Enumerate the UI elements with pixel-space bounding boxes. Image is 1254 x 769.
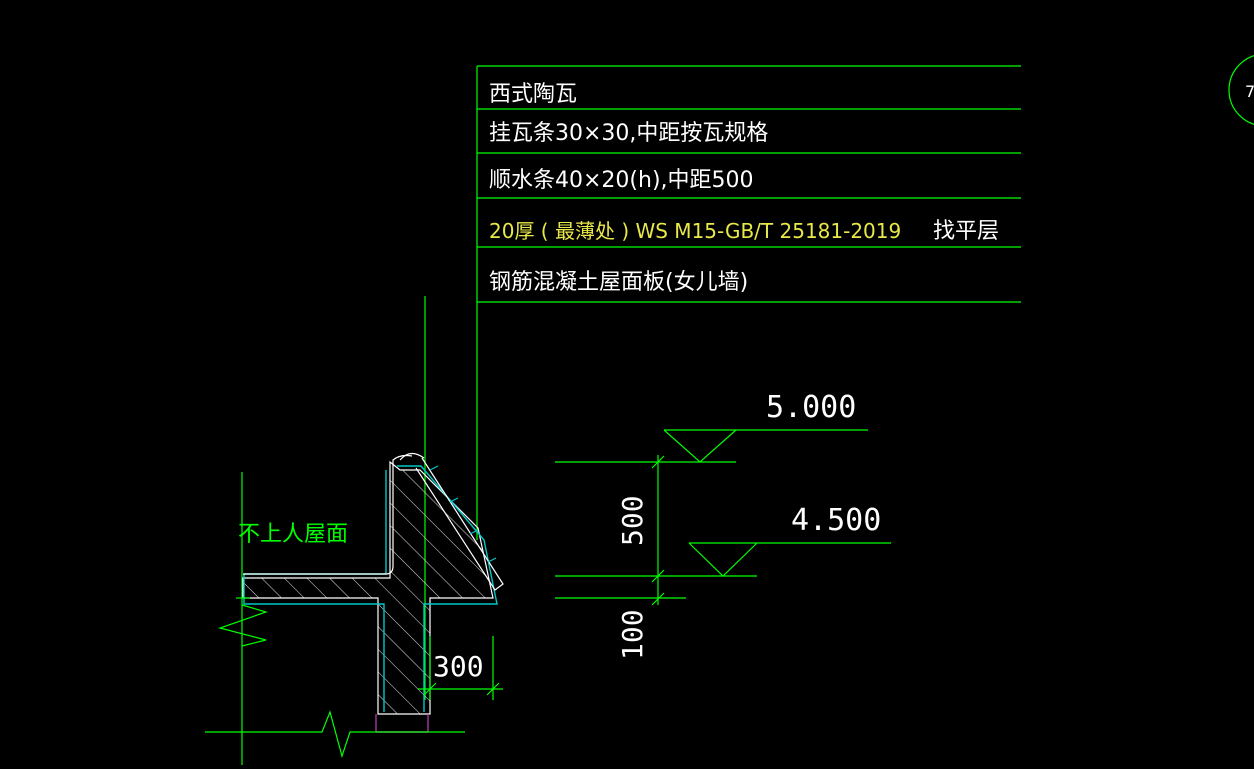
layer-label-4-suffix: 找平层 [933,219,999,244]
sheet-marker-number: 7 [1245,82,1254,101]
layer-label-4: 20厚 ( 最薄处 ) WS M15-GB/T 25181-2019 [489,219,901,243]
elevation-marker-upper [555,429,868,463]
break-line-left [217,604,268,647]
dimension-300: 300 [433,650,484,683]
sheet-marker: 7 [1228,55,1254,125]
roof-type-label: 不上人屋面 [238,522,348,547]
break-line-bottom [205,710,465,759]
elevation-lower-value: 4.500 [791,503,881,538]
layer-label-3: 顺水条40×20(h),中距500 [489,168,754,193]
layer-label-2: 挂瓦条30×30,中距按瓦规格 [489,121,768,146]
elevation-upper-value: 5.000 [766,390,856,425]
dimension-500: 500 [616,495,649,546]
cad-drawing-canvas: 西式陶瓦 挂瓦条30×30,中距按瓦规格 顺水条40×20(h),中距500 2… [205,55,1254,765]
elevation-marker-lower [555,542,891,577]
layer-label-1: 西式陶瓦 [489,82,577,107]
dimension-100: 100 [616,609,649,660]
ridge-cap [399,452,425,461]
layer-label-5: 钢筋混凝土屋面板(女儿墙) [489,270,748,295]
